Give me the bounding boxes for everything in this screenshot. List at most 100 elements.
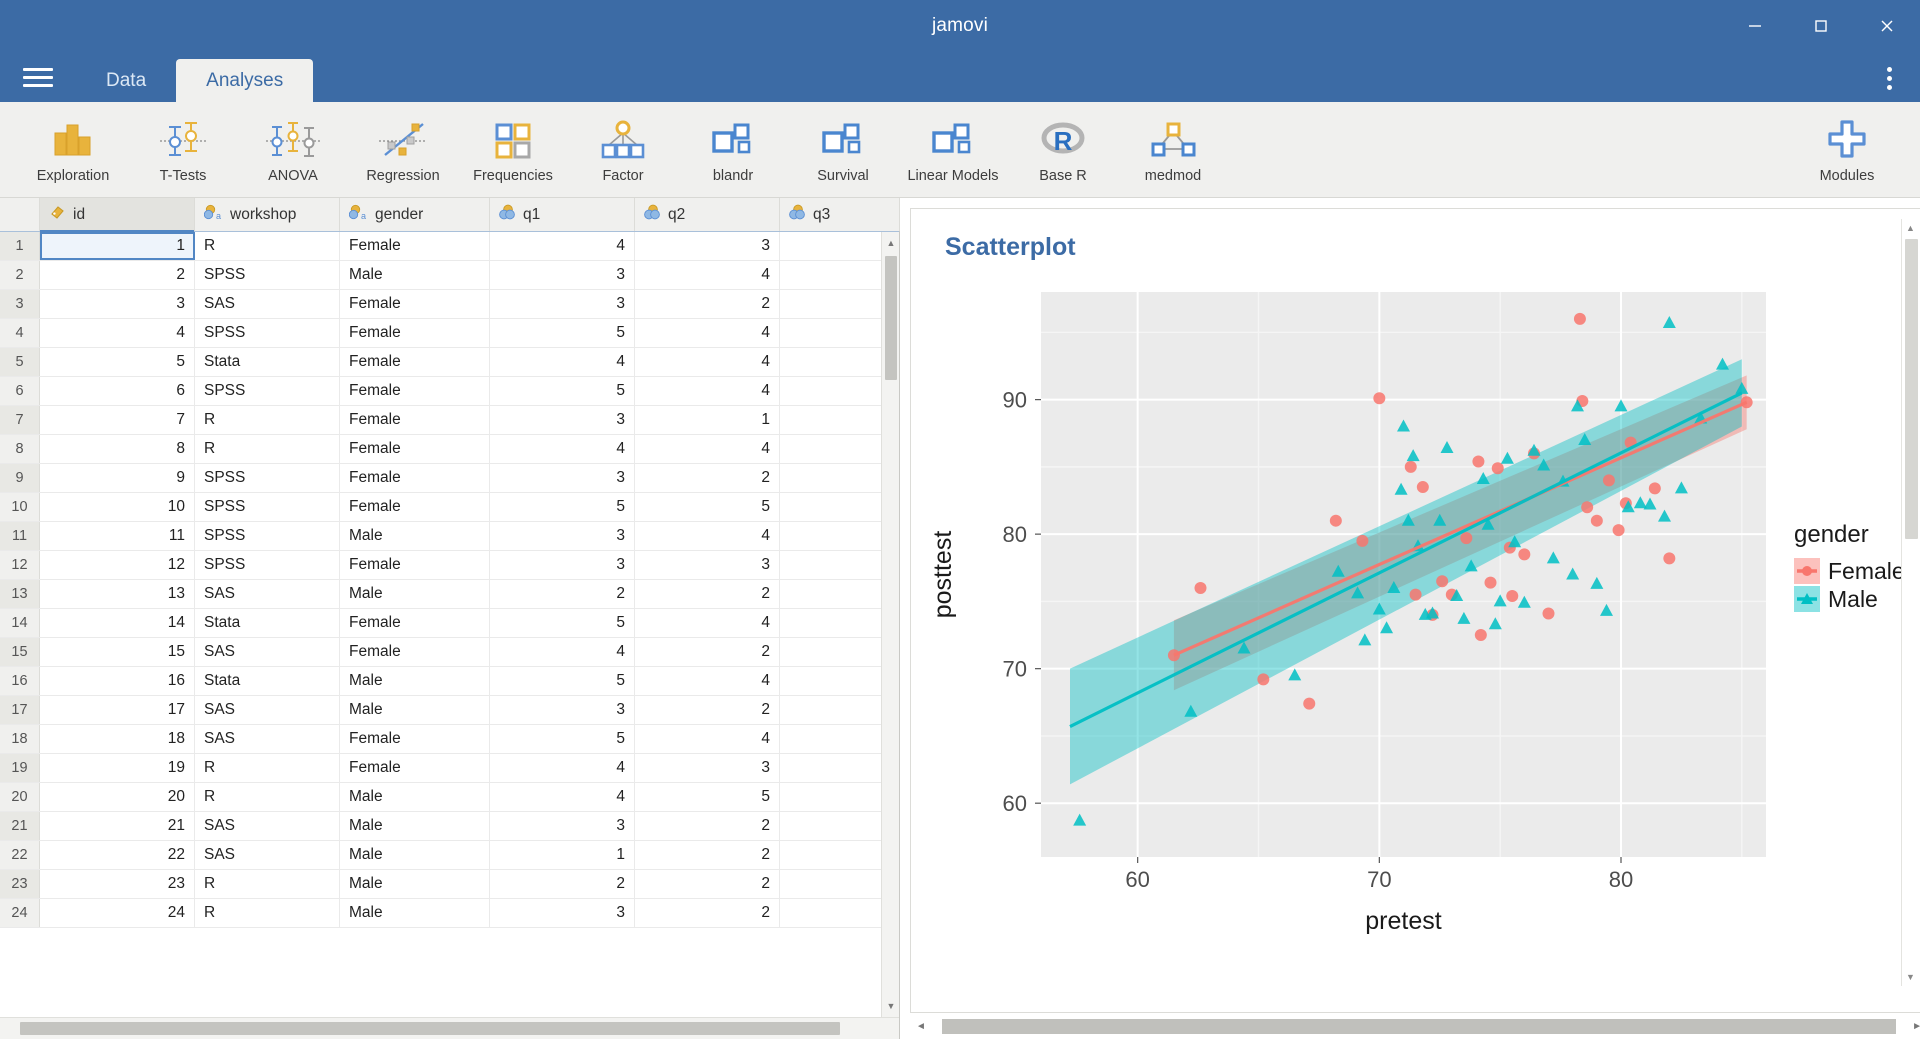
row-number[interactable]: 3 xyxy=(0,290,40,318)
cell-q2[interactable]: 2 xyxy=(635,899,780,927)
column-header-q2[interactable]: q2 xyxy=(635,198,780,231)
cell-q2[interactable]: 3 xyxy=(635,232,780,260)
cell-q1[interactable]: 4 xyxy=(490,783,635,811)
results-document[interactable]: Scatterplot 60708060708090pretestposttes… xyxy=(910,208,1920,1013)
cell-id[interactable]: 9 xyxy=(40,464,195,492)
table-row[interactable]: 1414StataFemale54 xyxy=(0,609,899,638)
cell-q2[interactable]: 2 xyxy=(635,464,780,492)
cell-q1[interactable]: 3 xyxy=(490,464,635,492)
cell-workshop[interactable]: R xyxy=(195,435,340,463)
column-header-q1[interactable]: q1 xyxy=(490,198,635,231)
cell-q2[interactable]: 5 xyxy=(635,493,780,521)
table-row[interactable]: 1919RFemale43 xyxy=(0,754,899,783)
row-number[interactable]: 4 xyxy=(0,319,40,347)
row-number[interactable]: 12 xyxy=(0,551,40,579)
cell-gender[interactable]: Female xyxy=(340,551,490,579)
cell-workshop[interactable]: SAS xyxy=(195,580,340,608)
cell-q2[interactable]: 2 xyxy=(635,290,780,318)
cell-id[interactable]: 5 xyxy=(40,348,195,376)
column-header-workshop[interactable]: a workshop xyxy=(195,198,340,231)
column-header-q3[interactable]: q3 xyxy=(780,198,900,231)
grid-corner[interactable] xyxy=(0,198,40,231)
cell-workshop[interactable]: R xyxy=(195,870,340,898)
table-row[interactable]: 2323RMale22 xyxy=(0,870,899,899)
cell-gender[interactable]: Female xyxy=(340,232,490,260)
table-row[interactable]: 1616StataMale54 xyxy=(0,667,899,696)
cell-workshop[interactable]: SPSS xyxy=(195,377,340,405)
row-number[interactable]: 7 xyxy=(0,406,40,434)
ribbon-factor[interactable]: Factor xyxy=(568,104,678,196)
cell-q2[interactable]: 4 xyxy=(635,319,780,347)
cell-id[interactable]: 8 xyxy=(40,435,195,463)
ribbon-linear-models[interactable]: Linear Models xyxy=(898,104,1008,196)
options-kebab-icon[interactable] xyxy=(1872,60,1906,96)
cell-q2[interactable]: 4 xyxy=(635,348,780,376)
row-number[interactable]: 14 xyxy=(0,609,40,637)
cell-id[interactable]: 12 xyxy=(40,551,195,579)
cell-gender[interactable]: Female xyxy=(340,406,490,434)
cell-id[interactable]: 24 xyxy=(40,899,195,927)
cell-workshop[interactable]: SPSS xyxy=(195,493,340,521)
cell-id[interactable]: 21 xyxy=(40,812,195,840)
row-number[interactable]: 18 xyxy=(0,725,40,753)
cell-q1[interactable]: 2 xyxy=(490,870,635,898)
ribbon-anova[interactable]: ANOVA xyxy=(238,104,348,196)
table-row[interactable]: 2222SASMale12 xyxy=(0,841,899,870)
tab-analyses[interactable]: Analyses xyxy=(176,59,313,102)
cell-q1[interactable]: 3 xyxy=(490,812,635,840)
table-row[interactable]: 1818SASFemale54 xyxy=(0,725,899,754)
cell-gender[interactable]: Male xyxy=(340,783,490,811)
cell-gender[interactable]: Male xyxy=(340,870,490,898)
cell-gender[interactable]: Female xyxy=(340,754,490,782)
column-header-gender[interactable]: a gender xyxy=(340,198,490,231)
minimize-button[interactable] xyxy=(1722,0,1788,52)
row-number[interactable]: 23 xyxy=(0,870,40,898)
cell-q1[interactable]: 4 xyxy=(490,435,635,463)
grid-hscroll-thumb[interactable] xyxy=(20,1022,840,1035)
results-scroll-left-icon[interactable]: ◄ xyxy=(916,1021,926,1032)
row-number[interactable]: 22 xyxy=(0,841,40,869)
results-scroll-up-icon[interactable]: ▲ xyxy=(1906,223,1915,233)
table-row[interactable]: 99SPSSFemale32 xyxy=(0,464,899,493)
cell-gender[interactable]: Female xyxy=(340,290,490,318)
cell-q1[interactable]: 3 xyxy=(490,696,635,724)
cell-q1[interactable]: 1 xyxy=(490,841,635,869)
row-number[interactable]: 15 xyxy=(0,638,40,666)
cell-q2[interactable]: 1 xyxy=(635,406,780,434)
ribbon-exploration[interactable]: Exploration xyxy=(18,104,128,196)
cell-q2[interactable]: 5 xyxy=(635,783,780,811)
maximize-button[interactable] xyxy=(1788,0,1854,52)
grid-horizontal-scrollbar[interactable] xyxy=(0,1017,899,1039)
cell-gender[interactable]: Male xyxy=(340,522,490,550)
tab-data[interactable]: Data xyxy=(76,60,176,102)
cell-gender[interactable]: Male xyxy=(340,841,490,869)
cell-q2[interactable]: 2 xyxy=(635,841,780,869)
table-row[interactable]: 2121SASMale32 xyxy=(0,812,899,841)
results-horizontal-scrollbar[interactable]: ◄ ► xyxy=(910,1013,1920,1039)
row-number[interactable]: 1 xyxy=(0,232,40,260)
ribbon-base-r[interactable]: R Base R xyxy=(1008,104,1118,196)
ribbon-medmod[interactable]: medmod xyxy=(1118,104,1228,196)
row-number[interactable]: 2 xyxy=(0,261,40,289)
cell-q2[interactable]: 4 xyxy=(635,522,780,550)
cell-q1[interactable]: 3 xyxy=(490,551,635,579)
cell-workshop[interactable]: SAS xyxy=(195,696,340,724)
row-number[interactable]: 6 xyxy=(0,377,40,405)
cell-gender[interactable]: Female xyxy=(340,348,490,376)
cell-q2[interactable]: 4 xyxy=(635,261,780,289)
ribbon-blandr[interactable]: blandr xyxy=(678,104,788,196)
cell-q1[interactable]: 5 xyxy=(490,725,635,753)
cell-q1[interactable]: 3 xyxy=(490,406,635,434)
cell-q2[interactable]: 4 xyxy=(635,435,780,463)
cell-id[interactable]: 3 xyxy=(40,290,195,318)
cell-workshop[interactable]: R xyxy=(195,406,340,434)
cell-workshop[interactable]: R xyxy=(195,899,340,927)
cell-workshop[interactable]: SPSS xyxy=(195,551,340,579)
cell-gender[interactable]: Male xyxy=(340,899,490,927)
cell-q2[interactable]: 4 xyxy=(635,667,780,695)
table-row[interactable]: 2424RMale32 xyxy=(0,899,899,928)
cell-id[interactable]: 4 xyxy=(40,319,195,347)
cell-q1[interactable]: 4 xyxy=(490,754,635,782)
ribbon-regression[interactable]: Regression xyxy=(348,104,458,196)
cell-q2[interactable]: 2 xyxy=(635,580,780,608)
